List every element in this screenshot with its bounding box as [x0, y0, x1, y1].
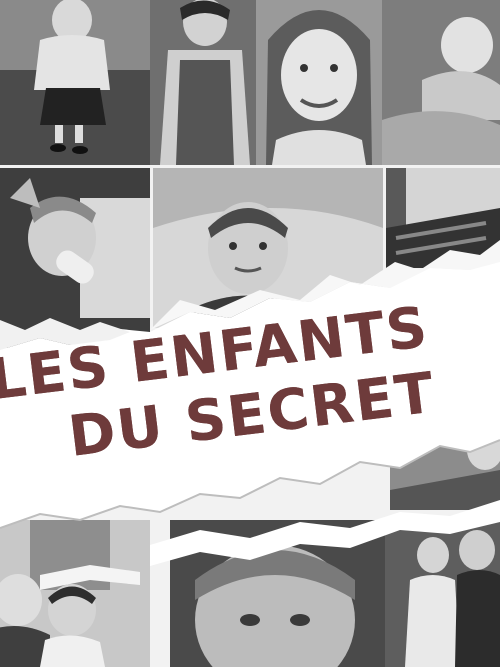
- photo-blanket-pattern: [386, 168, 500, 268]
- photo-child-overalls: [150, 0, 256, 165]
- photo-girl-smiling: [256, 0, 382, 165]
- photo-baby-blanket: [382, 0, 500, 165]
- photo-two-children: [0, 520, 150, 667]
- photo-toddler-standing: [0, 0, 150, 165]
- photo-mother-children: [385, 520, 500, 667]
- photo-child-closeup: [170, 520, 385, 667]
- poster: LES ENFANTS DU SECRET: [0, 0, 500, 667]
